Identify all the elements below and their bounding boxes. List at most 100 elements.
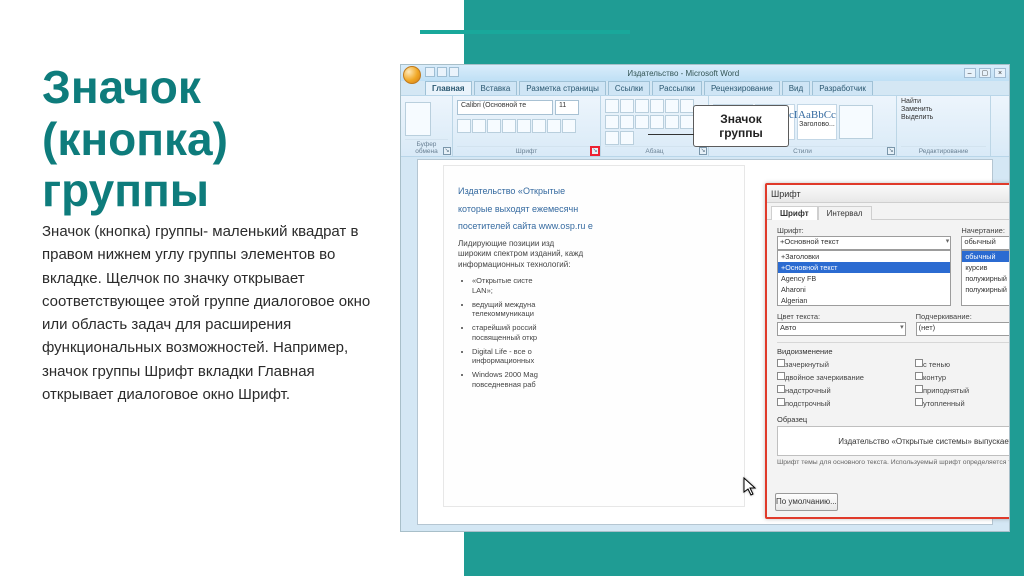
maximize-icon[interactable]: ▢ bbox=[979, 68, 991, 78]
callout-group-icon: Значок группы bbox=[693, 105, 789, 147]
tab-references[interactable]: Ссылки bbox=[608, 81, 650, 95]
indent-inc-button[interactable] bbox=[665, 99, 679, 113]
lbl-effects: Видоизменение bbox=[777, 347, 1010, 356]
tab-mailings[interactable]: Рассылки bbox=[652, 81, 702, 95]
find-button[interactable]: Найти bbox=[901, 98, 921, 105]
doc-bullet: Windows 2000 Mag повседневная раб bbox=[472, 370, 730, 390]
lbl-underline: Подчеркивание: bbox=[916, 312, 1010, 321]
sort-button[interactable] bbox=[680, 99, 694, 113]
group-styles-label: Стили bbox=[713, 146, 892, 156]
replace-button[interactable]: Заменить bbox=[901, 106, 932, 113]
preview-note: Шрифт темы для основного текста. Использ… bbox=[777, 459, 1010, 467]
qat-redo-icon[interactable] bbox=[449, 67, 459, 77]
underline-button[interactable] bbox=[487, 119, 501, 133]
highlight-button[interactable] bbox=[547, 119, 561, 133]
doc-bullet: старейший россий посвященный откр bbox=[472, 323, 730, 343]
align-center-button[interactable] bbox=[635, 115, 649, 129]
chk-strike[interactable]: зачеркнутый bbox=[777, 359, 907, 369]
window-controls[interactable]: – ▢ × bbox=[963, 68, 1006, 78]
align-right-button[interactable] bbox=[650, 115, 664, 129]
ribbon-tabs[interactable]: Главная Вставка Разметка страницы Ссылки… bbox=[425, 81, 873, 95]
underline-combo[interactable]: (нет) bbox=[916, 322, 1010, 336]
align-left-button[interactable] bbox=[620, 115, 634, 129]
clipboard-launcher-icon[interactable]: ↘ bbox=[443, 147, 451, 155]
group-clipboard: Буфер обмена ↘ bbox=[401, 96, 453, 156]
doc-bullet: Digital Life - все о информационных bbox=[472, 347, 730, 367]
qat-save-icon[interactable] bbox=[425, 67, 435, 77]
group-paragraph-label: Абзац bbox=[605, 146, 704, 156]
word-window-title: Издательство - Microsoft Word bbox=[627, 69, 739, 78]
office-button-icon[interactable] bbox=[403, 66, 421, 84]
quick-access-toolbar[interactable] bbox=[425, 67, 459, 77]
chk-superscript[interactable]: надстрочный bbox=[777, 385, 907, 395]
paste-button[interactable] bbox=[405, 102, 431, 136]
chk-emboss[interactable]: приподнятый bbox=[915, 385, 1010, 395]
font-launcher-icon[interactable]: ↘ bbox=[591, 147, 599, 155]
style-listbox[interactable]: обычный курсив полужирный полужирный кур… bbox=[961, 250, 1010, 306]
styles-launcher-icon[interactable]: ↘ bbox=[887, 147, 895, 155]
lbl-font: Шрифт: bbox=[777, 226, 951, 235]
minimize-icon[interactable]: – bbox=[964, 68, 976, 78]
bold-button[interactable] bbox=[457, 119, 471, 133]
chk-dstrike[interactable]: двойное зачеркивание bbox=[777, 372, 907, 382]
font-input[interactable]: +Основной текст bbox=[777, 236, 951, 250]
group-font: Calibri (Основной те 11 Шрифт ↘ bbox=[453, 96, 601, 156]
font-size-combo[interactable]: 11 bbox=[555, 100, 579, 115]
group-clipboard-label: Буфер обмена bbox=[405, 139, 448, 156]
chk-shadow[interactable]: с тенью bbox=[915, 359, 1010, 369]
select-button[interactable]: Выделить bbox=[901, 114, 933, 121]
tab-layout[interactable]: Разметка страницы bbox=[519, 81, 606, 95]
word-screenshot: Издательство - Microsoft Word – ▢ × Глав… bbox=[400, 64, 1010, 532]
lbl-style: Начертание: bbox=[961, 226, 1010, 235]
doc-bullet: ведущий междуна телекоммуникаци bbox=[472, 300, 730, 320]
chk-engrave[interactable]: утопленный bbox=[915, 398, 1010, 408]
font-dialog: Шрифт × Шрифт Интервал Шрифт: +Основной … bbox=[765, 183, 1010, 519]
paragraph-launcher-icon[interactable]: ↘ bbox=[699, 147, 707, 155]
default-button[interactable]: По умолчанию... bbox=[775, 493, 838, 511]
multilevel-button[interactable] bbox=[635, 99, 649, 113]
color-combo[interactable]: Авто bbox=[777, 322, 906, 336]
slide-title: Значок (кнопка) группы bbox=[42, 62, 362, 217]
qat-undo-icon[interactable] bbox=[437, 67, 447, 77]
change-styles-button[interactable] bbox=[839, 105, 873, 139]
borders-button[interactable] bbox=[620, 131, 634, 145]
chk-outline[interactable]: контур bbox=[915, 372, 1010, 382]
subscript-button[interactable] bbox=[517, 119, 531, 133]
superscript-button[interactable] bbox=[532, 119, 546, 133]
strike-button[interactable] bbox=[502, 119, 516, 133]
font-name-combo[interactable]: Calibri (Основной те bbox=[457, 100, 553, 115]
italic-button[interactable] bbox=[472, 119, 486, 133]
show-marks-button[interactable] bbox=[605, 115, 619, 129]
lbl-color: Цвет текста: bbox=[777, 312, 906, 321]
dialog-title: Шрифт bbox=[771, 189, 801, 199]
tab-insert[interactable]: Вставка bbox=[474, 81, 518, 95]
slide-top-rule bbox=[420, 30, 630, 34]
tab-view[interactable]: Вид bbox=[782, 81, 810, 95]
doc-bullet: «Открытые систе LAN»; bbox=[472, 276, 730, 296]
slide-body: Значок (кнопка) группы- маленький квадра… bbox=[42, 220, 382, 406]
lbl-preview: Образец bbox=[777, 415, 1010, 424]
tab-review[interactable]: Рецензирование bbox=[704, 81, 780, 95]
bullets-button[interactable] bbox=[605, 99, 619, 113]
doc-para: Лидирующие позиции изд широким спектром … bbox=[458, 239, 730, 270]
justify-button[interactable] bbox=[665, 115, 679, 129]
group-font-label: Шрифт bbox=[457, 146, 596, 156]
indent-dec-button[interactable] bbox=[650, 99, 664, 113]
doc-hd-2: которые выходят ежемесячн bbox=[458, 204, 730, 216]
dialog-tab-spacing[interactable]: Интервал bbox=[818, 206, 872, 220]
dialog-tab-font[interactable]: Шрифт bbox=[771, 206, 818, 220]
group-editing: Найти Заменить Выделить Редактирование bbox=[897, 96, 991, 156]
font-color-button[interactable] bbox=[562, 119, 576, 133]
line-spacing-button[interactable] bbox=[680, 115, 694, 129]
tab-developer[interactable]: Разработчик bbox=[812, 81, 873, 95]
chk-subscript[interactable]: подстрочный bbox=[777, 398, 907, 408]
tab-home[interactable]: Главная bbox=[425, 81, 472, 95]
font-listbox[interactable]: +Заголовки +Основной текст Agency FB Aha… bbox=[777, 250, 951, 306]
style-input[interactable]: обычный bbox=[961, 236, 1010, 250]
close-icon[interactable]: × bbox=[994, 68, 1006, 78]
doc-hd-1: Издательство «Открытые bbox=[458, 186, 730, 198]
group-editing-label: Редактирование bbox=[901, 146, 986, 156]
numbering-button[interactable] bbox=[620, 99, 634, 113]
shading-button[interactable] bbox=[605, 131, 619, 145]
style-tile-3[interactable]: AaBbCcЗаголово... bbox=[797, 104, 837, 140]
